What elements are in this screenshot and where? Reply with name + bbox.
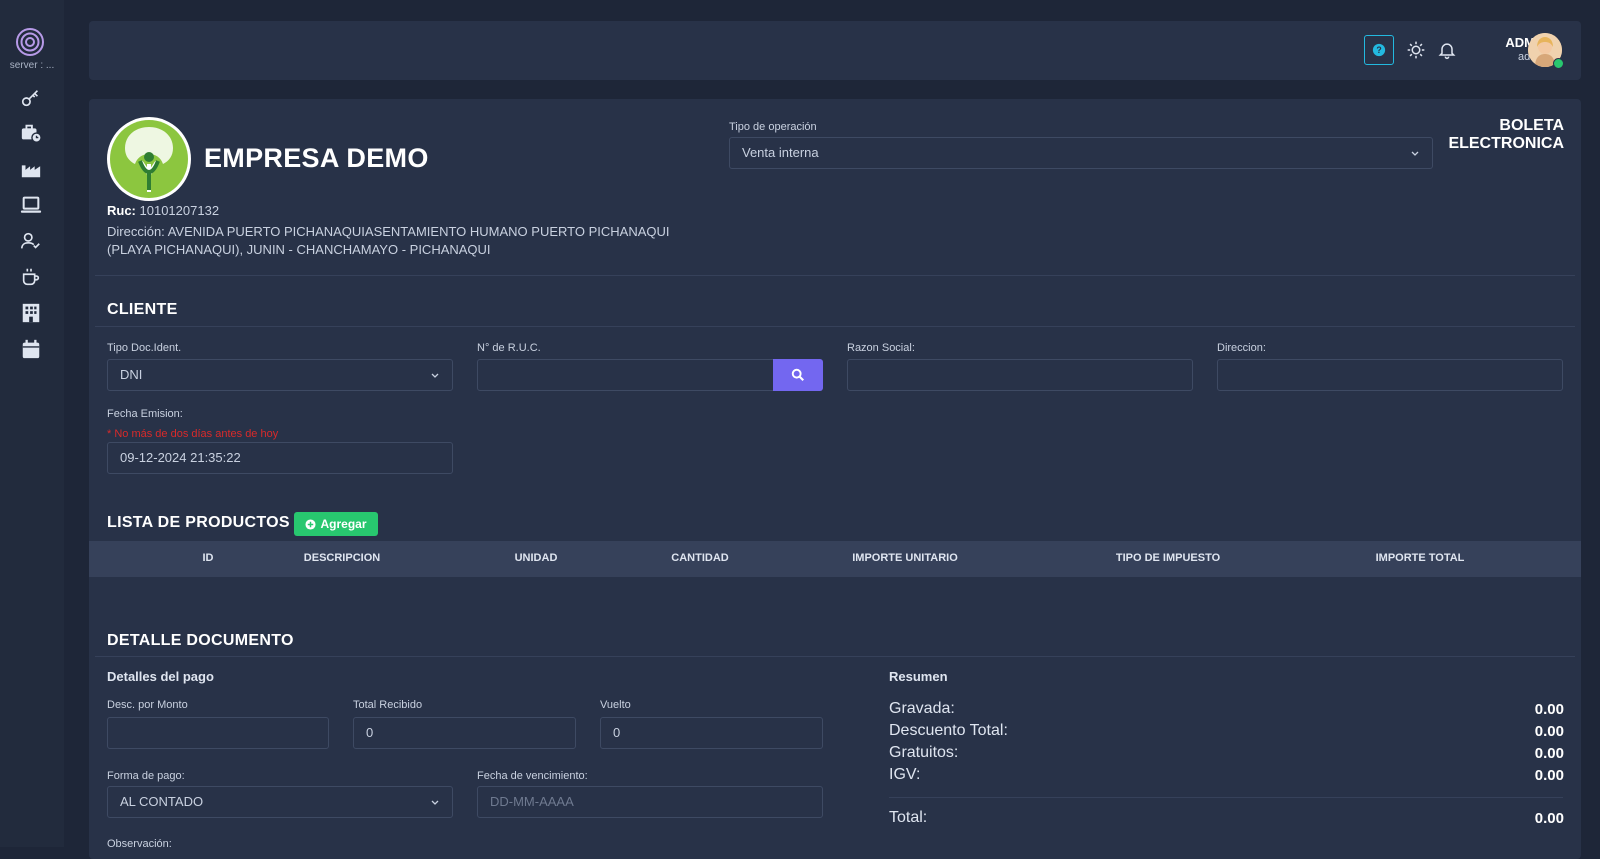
- chevron-down-icon: [431, 800, 439, 805]
- descuento-total-value: 0.00: [1534, 723, 1564, 740]
- desc-monto-label: Desc. por Monto: [107, 699, 188, 711]
- company-name: EMPRESA DEMO: [204, 143, 429, 173]
- column-header: ID: [202, 552, 214, 564]
- top-bar: [89, 21, 1581, 80]
- company-ruc: Ruc: 10101207132: [107, 203, 219, 218]
- divider: [95, 275, 1575, 276]
- key-icon[interactable]: [20, 87, 42, 109]
- question-icon: ?: [1372, 43, 1386, 57]
- help-button[interactable]: ?: [1364, 35, 1394, 65]
- ruc-input-label: N° de R.U.C.: [477, 342, 541, 354]
- igv-value: 0.00: [1534, 767, 1564, 784]
- search-ruc-button[interactable]: [773, 359, 823, 391]
- server-label: server : ...: [9, 60, 55, 71]
- fecha-warning: * No más de dos días antes de hoy: [107, 428, 279, 440]
- tipo-doc-select[interactable]: DNI: [107, 359, 453, 391]
- gratuitos-value: 0.00: [1534, 745, 1564, 762]
- svg-text:?: ?: [1376, 45, 1381, 55]
- forma-pago-label: Forma de pago:: [107, 770, 185, 782]
- summary-divider: [889, 797, 1563, 798]
- divider: [95, 326, 1575, 327]
- plus-circle-icon: [305, 518, 317, 530]
- user-check-icon[interactable]: [20, 230, 42, 252]
- igv-label: IGV:: [889, 766, 921, 783]
- document-type: BOLETA ELECTRONICA: [1448, 117, 1564, 153]
- ruc-label: Ruc:: [107, 203, 136, 218]
- document-type-line1: BOLETA: [1499, 117, 1564, 134]
- gratuitos-label: Gratuitos:: [889, 744, 959, 761]
- total-recibido-label: Total Recibido: [353, 699, 423, 711]
- coffee-icon[interactable]: [20, 266, 42, 288]
- detalle-title: DETALLE DOCUMENTO: [107, 632, 294, 649]
- tipo-doc-value: DNI: [120, 367, 143, 382]
- fecha-emision-label: Fecha Emision:: [107, 408, 183, 420]
- total-value: 0.00: [1534, 810, 1564, 827]
- column-header: IMPORTE UNITARIO: [852, 552, 958, 564]
- column-header: UNIDAD: [514, 552, 558, 564]
- add-product-button[interactable]: Agregar: [294, 512, 378, 536]
- divider: [95, 656, 1575, 657]
- direccion-input[interactable]: [1217, 359, 1563, 391]
- app-logo-icon[interactable]: [14, 26, 46, 58]
- company-logo: [107, 117, 191, 201]
- operation-type-select[interactable]: Venta interna: [729, 137, 1433, 169]
- observacion-label: Observación:: [107, 838, 172, 850]
- fecha-emision-input[interactable]: 09-12-2024 21:35:22: [107, 442, 453, 474]
- column-header: CANTIDAD: [671, 552, 729, 564]
- vencimiento-label: Fecha de vencimiento:: [477, 770, 588, 782]
- pago-title: Detalles del pago: [107, 669, 214, 684]
- column-header: DESCRIPCION: [303, 552, 381, 564]
- company-address: Dirección: AVENIDA PUERTO PICHANAQUIASEN…: [107, 224, 670, 257]
- add-product-label: Agregar: [320, 517, 367, 531]
- briefcase-clock-icon[interactable]: [20, 122, 42, 144]
- forma-pago-value: AL CONTADO: [120, 794, 204, 809]
- gravada-value: 0.00: [1534, 701, 1564, 718]
- vuelto-label: Vuelto: [600, 699, 631, 711]
- operation-type-label: Tipo de operación: [729, 121, 817, 133]
- ruc-input[interactable]: [477, 359, 774, 391]
- direccion-label: Direccion:: [1217, 342, 1266, 354]
- ruc-value: 10101207132: [139, 203, 220, 218]
- bell-icon[interactable]: [1437, 40, 1457, 60]
- search-icon: [791, 368, 804, 381]
- vencimiento-input[interactable]: DD-MM-AAAA: [477, 786, 823, 818]
- chevron-down-icon: [1411, 151, 1419, 156]
- chevron-down-icon: [431, 373, 439, 378]
- productos-title: LISTA DE PRODUCTOS: [107, 514, 290, 531]
- resumen-title: Resumen: [889, 669, 948, 684]
- sidebar: server : ...: [0, 0, 64, 847]
- factory-icon[interactable]: [20, 158, 42, 180]
- document-type-line2: ELECTRONICA: [1448, 135, 1564, 152]
- column-header: IMPORTE TOTAL: [1375, 552, 1465, 564]
- razon-social-label: Razon Social:: [847, 342, 915, 354]
- online-status-dot: [1553, 58, 1564, 69]
- laptop-icon[interactable]: [20, 194, 42, 216]
- calendar-icon[interactable]: [20, 338, 42, 360]
- column-header: TIPO DE IMPUESTO: [1115, 552, 1221, 564]
- building-icon[interactable]: [20, 302, 42, 324]
- gravada-label: Gravada:: [889, 700, 955, 717]
- vuelto-input[interactable]: 0: [600, 717, 823, 749]
- sun-icon[interactable]: [1406, 40, 1426, 60]
- total-recibido-input[interactable]: 0: [353, 717, 576, 749]
- razon-social-input[interactable]: [847, 359, 1193, 391]
- desc-monto-input[interactable]: [107, 717, 329, 749]
- tipo-doc-label: Tipo Doc.Ident.: [107, 342, 182, 354]
- descuento-total-label: Descuento Total:: [889, 722, 1008, 739]
- cliente-title: CLIENTE: [107, 301, 178, 318]
- operation-type-value: Venta interna: [742, 145, 819, 160]
- total-label: Total:: [889, 809, 928, 826]
- forma-pago-select[interactable]: AL CONTADO: [107, 786, 453, 818]
